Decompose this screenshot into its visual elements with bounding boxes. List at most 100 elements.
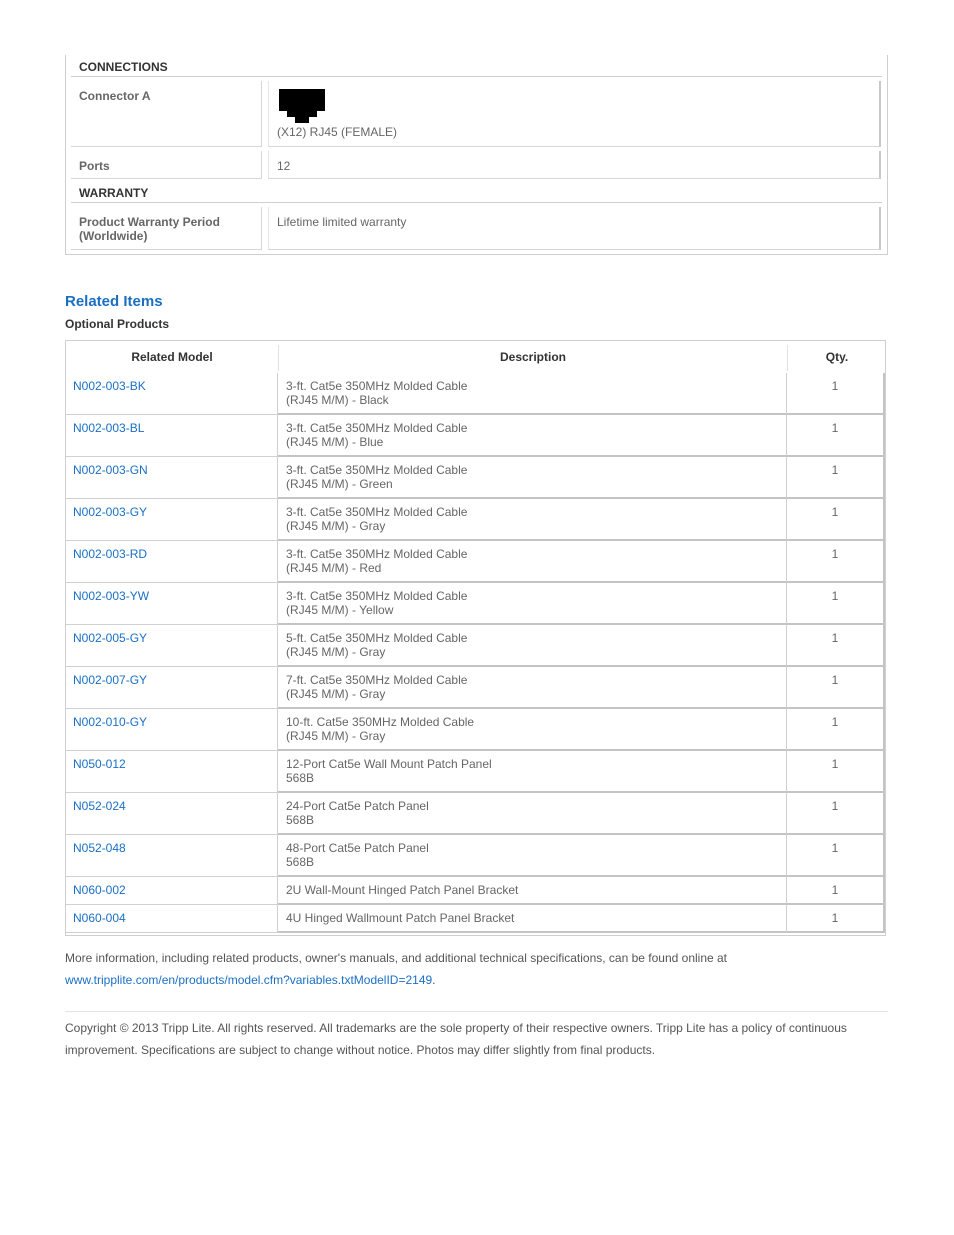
description-cell: 3-ft. Cat5e 350MHz Molded Cable (RJ45 M/M…	[278, 499, 787, 541]
qty-cell: 1	[787, 457, 885, 499]
description-line-1: 3-ft. Cat5e 350MHz Molded Cable	[286, 505, 468, 519]
description-line-1: 24-Port Cat5e Patch Panel	[286, 799, 429, 813]
description-cell: 3-ft. Cat5e 350MHz Molded Cable (RJ45 M/M…	[278, 541, 787, 583]
description-line-2: (RJ45 M/M) - Gray	[286, 519, 386, 533]
copyright-text: Copyright © 2013 Tripp Lite. All rights …	[65, 1021, 847, 1057]
connections-heading: CONNECTIONS	[71, 55, 882, 77]
related-model-link[interactable]: N052-048	[66, 835, 278, 877]
description-line-1: 2U Wall-Mount Hinged Patch Panel Bracket	[286, 883, 519, 897]
related-model-link[interactable]: N002-010-GY	[66, 709, 278, 751]
description-line-1: 5-ft. Cat5e 350MHz Molded Cable	[286, 631, 468, 645]
table-row: N060-002 2U Wall-Mount Hinged Patch Panel…	[66, 877, 885, 905]
more-info-suffix: .	[432, 973, 436, 987]
table-row: N050-012 12-Port Cat5e Wall Mount Patch P…	[66, 751, 885, 793]
description-line-2: 568B	[286, 855, 315, 869]
connector-a-value: (X12) RJ45 (FEMALE)	[277, 125, 398, 139]
column-header-related-model: Related Model	[131, 350, 213, 364]
related-model-link[interactable]: N002-003-GY	[66, 499, 278, 541]
ports-value: 12	[268, 151, 881, 179]
description-line-1: 3-ft. Cat5e 350MHz Molded Cable	[286, 379, 468, 393]
description-line-1: 4U Hinged Wallmount Patch Panel Bracket	[286, 911, 515, 925]
description-cell: 2U Wall-Mount Hinged Patch Panel Bracket	[278, 877, 787, 905]
qty-cell: 1	[787, 877, 885, 905]
column-header-description: Description	[499, 350, 566, 364]
description-cell: 3-ft. Cat5e 350MHz Molded Cable (RJ45 M/M…	[278, 373, 787, 415]
table-row: N002-003-BK 3-ft. Cat5e 350MHz Molded Cab…	[66, 373, 885, 415]
warranty-value: Lifetime limited warranty	[268, 207, 881, 250]
warranty-heading: WARRANTY	[71, 181, 882, 203]
footer-divider	[65, 1011, 888, 1012]
optional-products-label: Optional Products	[65, 317, 170, 331]
spec-table: CONNECTIONS Connector A (X12) RJ45 (FEMA…	[65, 55, 888, 255]
description-line-1: 12-Port Cat5e Wall Mount Patch Panel	[286, 757, 492, 771]
description-line-1: 3-ft. Cat5e 350MHz Molded Cable	[286, 547, 468, 561]
related-items-table: Related Model Description Qty. N002-003-…	[65, 340, 886, 936]
model-page-link[interactable]: www.tripplite.com/en/products/model.cfm?…	[65, 973, 432, 987]
description-cell: 7-ft. Cat5e 350MHz Molded Cable (RJ45 M/M…	[278, 667, 787, 709]
description-cell: 3-ft. Cat5e 350MHz Molded Cable (RJ45 M/M…	[278, 457, 787, 499]
qty-cell: 1	[787, 751, 885, 793]
qty-cell: 1	[787, 499, 885, 541]
table-row: N002-003-YW 3-ft. Cat5e 350MHz Molded Cab…	[66, 583, 885, 625]
qty-cell: 1	[787, 709, 885, 751]
related-model-link[interactable]: N002-003-YW	[66, 583, 278, 625]
table-header: Related Model Description Qty.	[66, 341, 887, 373]
warranty-label-line1: Product Warranty Period	[79, 215, 220, 229]
description-cell: 5-ft. Cat5e 350MHz Molded Cable (RJ45 M/M…	[278, 625, 787, 667]
table-row: N052-048 48-Port Cat5e Patch Panel 568B 1	[66, 835, 885, 877]
column-header-qty: Qty.	[825, 350, 849, 364]
connector-a-label: Connector A	[71, 81, 262, 147]
qty-cell: 1	[787, 835, 885, 877]
more-info-paragraph: More information, including related prod…	[65, 947, 888, 991]
qty-cell: 1	[787, 583, 885, 625]
table-row: N002-003-GN 3-ft. Cat5e 350MHz Molded Cab…	[66, 457, 885, 499]
table-row: N002-010-GY 10-ft. Cat5e 350MHz Molded Ca…	[66, 709, 885, 751]
related-model-link[interactable]: N060-002	[66, 877, 278, 905]
related-items-title: Related Items	[65, 293, 163, 310]
qty-cell: 1	[787, 415, 885, 457]
more-info-text: More information, including related prod…	[65, 951, 728, 965]
table-row: N002-003-BL 3-ft. Cat5e 350MHz Molded Cab…	[66, 415, 885, 457]
related-model-link[interactable]: N002-003-GN	[66, 457, 278, 499]
description-line-2: (RJ45 M/M) - Green	[286, 477, 393, 491]
description-cell: 10-ft. Cat5e 350MHz Molded Cable (RJ45 M/…	[278, 709, 787, 751]
description-cell: 48-Port Cat5e Patch Panel 568B	[278, 835, 787, 877]
related-model-link[interactable]: N050-012	[66, 751, 278, 793]
description-cell: 4U Hinged Wallmount Patch Panel Bracket	[278, 905, 787, 933]
warranty-label-line2: (Worldwide)	[79, 229, 148, 243]
qty-cell: 1	[787, 541, 885, 583]
related-model-link[interactable]: N052-024	[66, 793, 278, 835]
table-row: N002-003-GY 3-ft. Cat5e 350MHz Molded Cab…	[66, 499, 885, 541]
warranty-label: Product Warranty Period (Worldwide)	[71, 207, 262, 250]
related-model-link[interactable]: N002-003-RD	[66, 541, 278, 583]
related-model-link[interactable]: N002-007-GY	[66, 667, 278, 709]
description-line-2: (RJ45 M/M) - Blue	[286, 435, 384, 449]
description-cell: 3-ft. Cat5e 350MHz Molded Cable (RJ45 M/M…	[278, 415, 787, 457]
table-row: N002-007-GY 7-ft. Cat5e 350MHz Molded Cab…	[66, 667, 885, 709]
table-row: N002-003-RD 3-ft. Cat5e 350MHz Molded Cab…	[66, 541, 885, 583]
description-line-1: 7-ft. Cat5e 350MHz Molded Cable	[286, 673, 468, 687]
related-model-link[interactable]: N002-003-BK	[66, 373, 278, 415]
description-line-2: (RJ45 M/M) - Gray	[286, 687, 386, 701]
description-line-1: 48-Port Cat5e Patch Panel	[286, 841, 429, 855]
related-model-link[interactable]: N002-005-GY	[66, 625, 278, 667]
description-line-2: 568B	[286, 813, 315, 827]
qty-cell: 1	[787, 667, 885, 709]
qty-cell: 1	[787, 905, 885, 933]
description-line-1: 3-ft. Cat5e 350MHz Molded Cable	[286, 589, 468, 603]
description-line-1: 10-ft. Cat5e 350MHz Molded Cable	[286, 715, 475, 729]
related-model-link[interactable]: N060-004	[66, 905, 278, 933]
qty-cell: 1	[787, 625, 885, 667]
description-cell: 12-Port Cat5e Wall Mount Patch Panel 568B	[278, 751, 787, 793]
description-line-2: (RJ45 M/M) - Black	[286, 393, 389, 407]
qty-cell: 1	[787, 793, 885, 835]
description-line-2: (RJ45 M/M) - Yellow	[286, 603, 394, 617]
rj45-female-icon	[279, 89, 325, 123]
description-line-2: 568B	[286, 771, 315, 785]
related-model-link[interactable]: N002-003-BL	[66, 415, 278, 457]
description-line-2: (RJ45 M/M) - Gray	[286, 729, 386, 743]
qty-cell: 1	[787, 373, 885, 415]
description-line-1: 3-ft. Cat5e 350MHz Molded Cable	[286, 421, 468, 435]
description-line-2: (RJ45 M/M) - Red	[286, 561, 382, 575]
table-row: N060-004 4U Hinged Wallmount Patch Panel …	[66, 905, 885, 933]
